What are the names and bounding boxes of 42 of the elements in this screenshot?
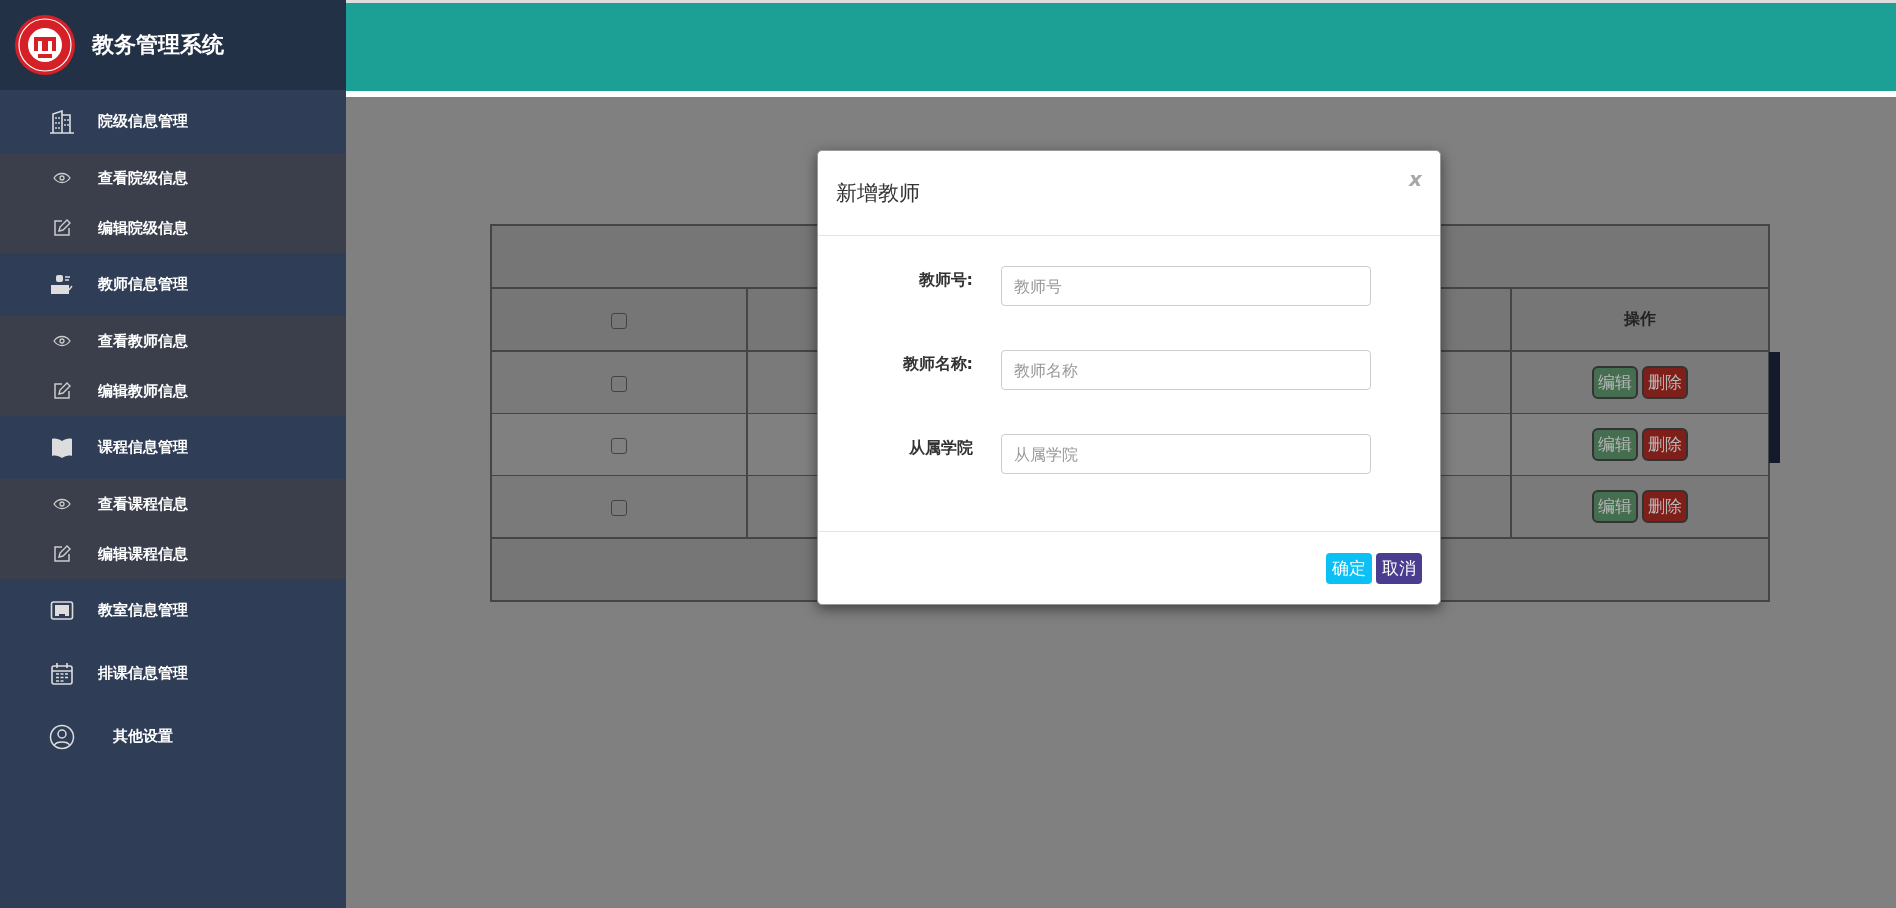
person-at-desk-icon: [50, 273, 74, 296]
delete-button[interactable]: 删除: [1642, 428, 1688, 461]
checkbox[interactable]: [611, 499, 627, 516]
eye-icon: [53, 498, 71, 510]
building-icon: [49, 109, 75, 134]
input-field[interactable]: 教师名称: [1001, 350, 1371, 390]
checkbox[interactable]: [611, 312, 627, 329]
app-title: 教务管理系统: [92, 31, 224, 59]
screen-icon: [50, 599, 74, 622]
menu-group-item[interactable]: 其他设置: [0, 705, 346, 768]
field-label: 教师名称:: [901, 353, 973, 375]
book-icon: [50, 436, 74, 459]
input-field[interactable]: 教师号: [1001, 266, 1371, 306]
edit-icon: [53, 545, 71, 563]
eye-icon: [53, 335, 71, 347]
column-header: 操作: [1511, 288, 1769, 351]
menu-item[interactable]: 编辑院级信息: [0, 203, 346, 253]
cancel-button[interactable]: 取消: [1376, 552, 1422, 584]
delete-button[interactable]: 删除: [1642, 366, 1688, 399]
menu-item[interactable]: 编辑教师信息: [0, 366, 346, 416]
edit-icon: [53, 382, 71, 400]
field-label: 从属学院: [908, 437, 973, 459]
eye-icon: [53, 172, 71, 184]
menu-group-item[interactable]: 教室信息管理: [0, 579, 346, 642]
input-field[interactable]: 从属学院: [1001, 434, 1371, 474]
menu-item[interactable]: 编辑课程信息: [0, 529, 346, 579]
user-icon: [49, 723, 75, 750]
menu-item[interactable]: 查看教师信息: [0, 316, 346, 366]
menu-item[interactable]: 查看课程信息: [0, 479, 346, 529]
delete-button[interactable]: 删除: [1642, 490, 1688, 523]
edit-icon: [53, 219, 71, 237]
menu-group-item[interactable]: 教师信息管理: [0, 253, 346, 316]
menu-group-item[interactable]: 院级信息管理: [0, 90, 346, 153]
menu-item[interactable]: 查看院级信息: [0, 153, 346, 203]
university-logo: [14, 14, 76, 76]
calendar-icon: [50, 661, 74, 686]
checkbox[interactable]: [611, 437, 627, 454]
checkbox[interactable]: [611, 375, 627, 392]
dialog-title: 新增教师: [836, 180, 920, 207]
field-label: 教师号:: [917, 269, 973, 291]
menu-group-item[interactable]: 排课信息管理: [0, 642, 346, 705]
menu-group-item[interactable]: 课程信息管理: [0, 416, 346, 479]
